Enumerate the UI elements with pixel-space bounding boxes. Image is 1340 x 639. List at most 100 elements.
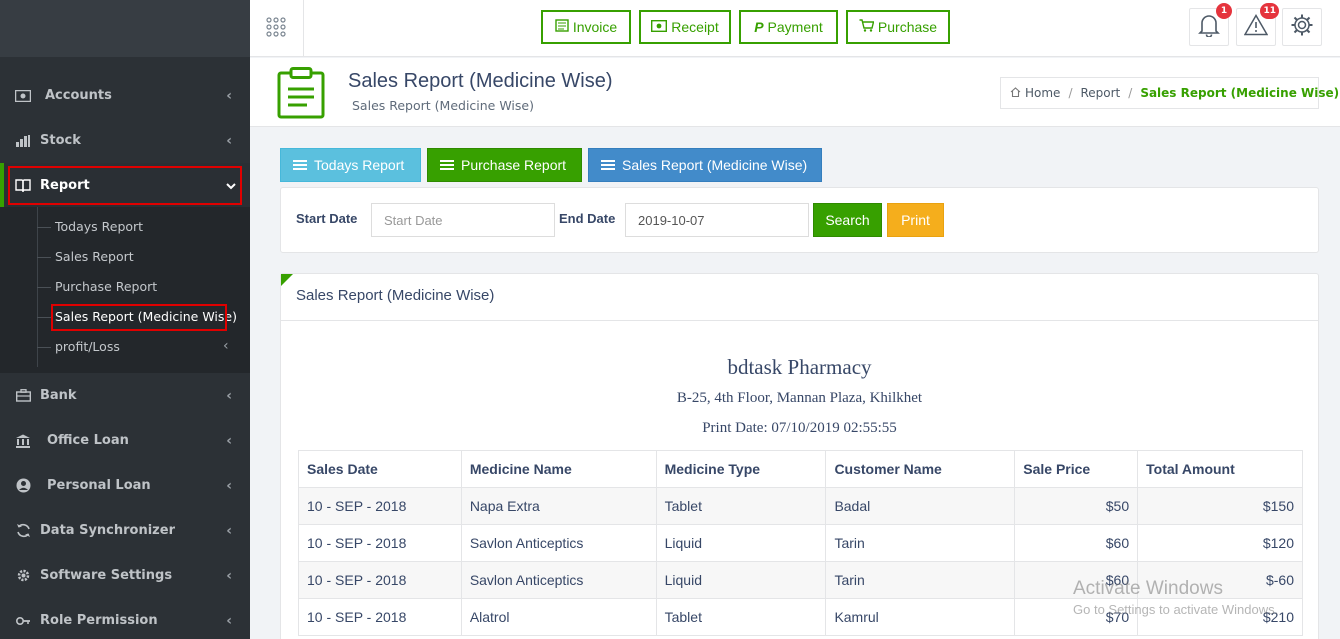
search-button[interactable]: Search: [813, 203, 882, 237]
highlight-outline: [8, 166, 242, 205]
table-row: 10 - SEP - 2018 Napa Extra Tablet Badal …: [298, 487, 1303, 525]
home-icon: [1010, 86, 1021, 100]
breadcrumb-report[interactable]: Report: [1080, 86, 1120, 100]
sidebar-logo-area: [0, 0, 250, 57]
sidebar-item-software-settings[interactable]: Software Settings ‹: [0, 553, 250, 598]
sidebar-item-label: Office Loan: [47, 433, 129, 448]
payment-button[interactable]: P Payment: [739, 10, 838, 44]
cell-medicine-name: Savlon Anticeptics: [460, 561, 657, 599]
chevron-left-icon: ‹: [226, 87, 232, 104]
cell-sale-price: $50: [1014, 487, 1139, 525]
apps-grid-icon[interactable]: [265, 16, 287, 38]
invoice-label: Invoice: [572, 19, 618, 35]
end-date-input[interactable]: [625, 203, 809, 237]
gear-icon: [15, 569, 31, 583]
tab-label: Purchase Report: [461, 157, 567, 173]
cell-customer-name: Kamrul: [825, 598, 1016, 636]
breadcrumb-separator: /: [1128, 86, 1133, 100]
column-header: Sales Date: [298, 450, 462, 488]
cell-customer-name: Badal: [825, 487, 1016, 525]
column-header: Total Amount: [1137, 450, 1303, 488]
sidebar-item-stock[interactable]: Stock ‹: [0, 118, 250, 163]
money-icon: [15, 89, 31, 103]
submenu-item-todays-report[interactable]: Todays Report: [55, 219, 143, 234]
invoice-button[interactable]: Invoice: [541, 10, 631, 44]
tab-purchase-report[interactable]: Purchase Report: [427, 148, 582, 182]
end-date-label: End Date: [559, 211, 616, 226]
tab-label: Sales Report (Medicine Wise): [622, 157, 808, 173]
submenu-item-purchase-report[interactable]: Purchase Report: [55, 279, 157, 294]
key-icon: [15, 614, 31, 628]
tab-sales-report-medicine-wise[interactable]: Sales Report (Medicine Wise): [588, 148, 822, 182]
cell-sale-price: $60: [1014, 524, 1139, 562]
panel-corner-accent: [281, 274, 293, 286]
cell-medicine-type: Tablet: [655, 598, 827, 636]
clipboard-icon: [277, 67, 325, 119]
chevron-left-icon: ‹: [226, 522, 232, 539]
submenu-item-sales-report[interactable]: Sales Report: [55, 249, 134, 264]
cell-medicine-type: Tablet: [655, 487, 827, 525]
print-button[interactable]: Print: [887, 203, 944, 237]
watermark-title: Activate Windows: [1073, 578, 1223, 599]
cell-medicine-name: Alatrol: [460, 598, 657, 636]
chevron-left-icon: ‹: [226, 132, 232, 149]
sidebar-item-bank[interactable]: Bank ‹: [0, 373, 250, 418]
list-icon: [293, 160, 307, 170]
user-circle-icon: [15, 478, 31, 493]
sidebar-item-accounts[interactable]: Accounts ‹: [0, 73, 250, 118]
column-header: Customer Name: [825, 450, 1016, 488]
sidebar-item-role-permission[interactable]: Role Permission ‹: [0, 598, 250, 639]
tab-label: Todays Report: [314, 157, 405, 173]
notifications-button[interactable]: 1: [1189, 3, 1232, 46]
tab-todays-report[interactable]: Todays Report: [280, 148, 421, 182]
money-icon: [651, 19, 668, 35]
cell-customer-name: Tarin: [825, 524, 1016, 562]
sidebar-item-personal-loan[interactable]: Personal Loan ‹: [0, 463, 250, 508]
invoice-icon: [555, 19, 569, 35]
cell-medicine-name: Savlon Anticeptics: [460, 524, 657, 562]
settings-button[interactable]: [1282, 8, 1322, 46]
sidebar-item-office-loan[interactable]: Office Loan ‹: [0, 418, 250, 463]
submenu-tick: [37, 317, 51, 318]
chevron-left-icon: ‹: [226, 567, 232, 584]
cell-total-amount: $150: [1137, 487, 1303, 525]
breadcrumb-separator: /: [1068, 86, 1073, 100]
submenu-tick: [37, 287, 51, 288]
cell-medicine-type: Liquid: [655, 561, 827, 599]
breadcrumb-home[interactable]: Home: [1025, 86, 1060, 100]
list-icon: [440, 160, 454, 170]
sidebar-item-label: Personal Loan: [47, 478, 151, 493]
windows-activation-watermark: Activate Windows Go to Settings to activ…: [1073, 578, 1278, 617]
cell-total-amount: $120: [1137, 524, 1303, 562]
cell-sales-date: 10 - SEP - 2018: [298, 524, 462, 562]
sidebar-item-label: Bank: [40, 388, 77, 403]
breadcrumb-current: Sales Report (Medicine Wise): [1140, 86, 1340, 100]
paypal-icon: P: [754, 19, 764, 35]
cell-sales-date: 10 - SEP - 2018: [298, 598, 462, 636]
alerts-button[interactable]: 11: [1236, 3, 1279, 46]
bell-icon: [1198, 13, 1220, 41]
purchase-button[interactable]: Purchase: [846, 10, 950, 44]
chevron-left-icon: ‹: [226, 387, 232, 404]
purchase-label: Purchase: [877, 19, 938, 35]
watermark-subtitle: Go to Settings to activate Windows.: [1073, 602, 1279, 617]
report-panel-title: Sales Report (Medicine Wise): [296, 287, 495, 304]
submenu-item-profit-loss[interactable]: profit/Loss: [55, 339, 120, 354]
alerts-badge: 11: [1260, 3, 1279, 19]
start-date-input[interactable]: [371, 203, 555, 237]
column-header: Medicine Name: [460, 450, 657, 488]
sidebar-item-label: Stock: [40, 133, 81, 148]
submenu-tick: [37, 347, 51, 348]
sync-icon: [15, 523, 31, 538]
payment-label: Payment: [767, 19, 823, 35]
sidebar-item-data-synchronizer[interactable]: Data Synchronizer ‹: [0, 508, 250, 553]
start-date-label: Start Date: [296, 211, 358, 226]
briefcase-icon: [15, 389, 31, 403]
receipt-button[interactable]: Receipt: [639, 10, 731, 44]
chevron-left-icon: ‹: [223, 338, 229, 354]
table-row: 10 - SEP - 2018 Savlon Anticeptics Liqui…: [298, 524, 1303, 562]
breadcrumb: Home / Report / Sales Report (Medicine W…: [1000, 77, 1339, 109]
chevron-left-icon: ‹: [226, 477, 232, 494]
cell-medicine-name: Napa Extra: [460, 487, 657, 525]
sidebar-item-label: Software Settings: [40, 568, 173, 583]
